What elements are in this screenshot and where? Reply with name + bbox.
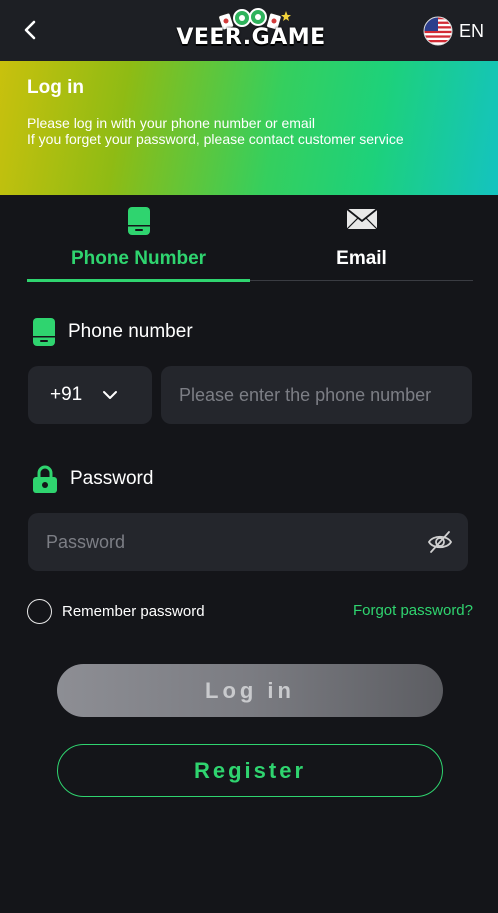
register-button[interactable]: Register xyxy=(57,744,443,797)
language-selector[interactable]: EN xyxy=(423,16,484,46)
remember-password-toggle[interactable]: Remember password xyxy=(27,599,205,624)
eye-off-icon xyxy=(427,531,453,553)
password-label: Password xyxy=(32,465,153,493)
back-button[interactable] xyxy=(14,14,46,46)
login-hero-banner: Log in Please log in with your phone num… xyxy=(0,61,498,195)
remember-password-radio[interactable] xyxy=(27,599,52,624)
phone-number-label-text: Phone number xyxy=(68,321,193,342)
hero-instruction-line: If you forget your password, please cont… xyxy=(27,131,404,147)
tab-email[interactable]: Email xyxy=(250,195,473,281)
tab-label: Phone Number xyxy=(70,248,207,269)
page-title: Log in xyxy=(27,77,84,98)
top-bar: VEER.GAME EN xyxy=(0,0,498,61)
remember-password-label: Remember password xyxy=(62,603,205,620)
tab-label: Email xyxy=(336,248,387,269)
logo: VEER.GAME xyxy=(176,8,326,54)
toggle-password-visibility-button[interactable] xyxy=(426,529,454,555)
forgot-password-link[interactable]: Forgot password? xyxy=(353,602,473,619)
phone-icon xyxy=(33,318,55,346)
country-code-select[interactable]: +91 xyxy=(28,366,152,424)
phone-number-label: Phone number xyxy=(32,318,193,346)
password-input[interactable] xyxy=(28,513,468,571)
logo-text: VEER.GAME xyxy=(176,25,326,50)
phone-icon xyxy=(127,207,150,235)
phone-number-input[interactable] xyxy=(161,366,472,424)
us-flag-icon xyxy=(423,16,453,46)
envelope-icon xyxy=(345,208,378,230)
lock-icon xyxy=(33,465,57,493)
password-label-text: Password xyxy=(70,468,154,489)
tab-phone-number[interactable]: Phone Number xyxy=(27,195,250,282)
active-tab-indicator xyxy=(27,279,250,282)
country-code-value: +91 xyxy=(50,384,83,405)
chevron-left-icon xyxy=(24,20,36,40)
login-button[interactable]: Log in xyxy=(57,664,443,717)
login-method-tabs: Phone Number Email xyxy=(27,195,473,282)
chevron-down-icon xyxy=(103,391,117,399)
language-label: EN xyxy=(458,20,484,41)
hero-instruction-line: Please log in with your phone number or … xyxy=(27,115,315,131)
